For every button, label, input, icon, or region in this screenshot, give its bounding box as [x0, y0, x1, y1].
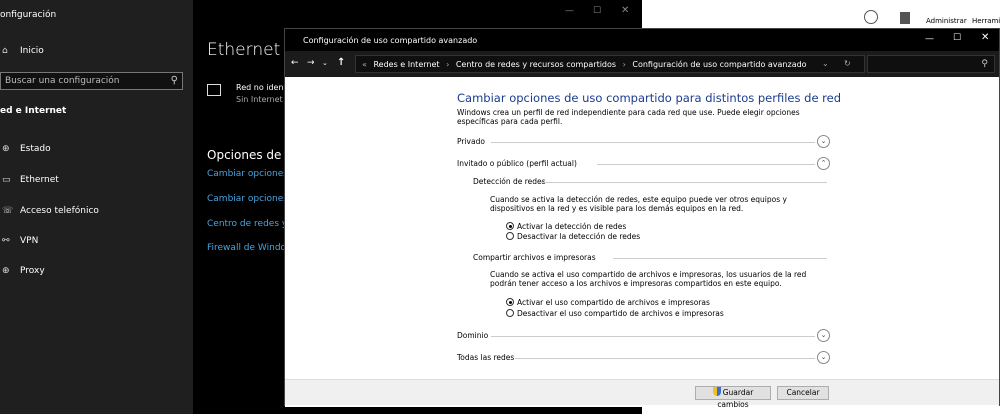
- radio-unselected[interactable]: [506, 309, 514, 317]
- divider: [541, 182, 827, 183]
- close-icon[interactable]: ✕: [981, 32, 989, 43]
- sidebar-item-label: Estado: [20, 144, 51, 154]
- page-title: Ethernet: [207, 40, 281, 60]
- breadcrumb[interactable]: « Redes e Internet › Centro de redes y r…: [355, 55, 865, 73]
- network-name[interactable]: Red no iden: [236, 83, 284, 92]
- divider: [613, 258, 827, 259]
- dialup-icon: ☏: [2, 206, 14, 216]
- sidebar-item-dialup[interactable]: ☏ Acceso telefónico: [2, 206, 99, 216]
- profile-all-label[interactable]: Todas las redes: [457, 353, 514, 362]
- up-icon[interactable]: ↑: [337, 57, 345, 68]
- chevron-up-icon[interactable]: ⌃: [817, 157, 830, 170]
- divider: [597, 164, 815, 165]
- options-heading: Opciones de c: [207, 148, 292, 162]
- background-window: Administrar Herrami: [642, 0, 1000, 28]
- settings-search-input[interactable]: Buscar una configuración ⚲: [0, 72, 183, 90]
- sidebar-item-label: Acceso telefónico: [20, 206, 99, 216]
- save-label: Guardar cambios: [717, 388, 754, 409]
- sidebar-item-label: Ethernet: [20, 175, 59, 185]
- refresh-icon[interactable]: ↻: [844, 59, 851, 68]
- chevron-down-icon[interactable]: ⌄: [822, 59, 829, 68]
- globe-icon: ⊕: [2, 144, 10, 154]
- menu-herramientas[interactable]: Herrami: [972, 17, 1000, 25]
- breadcrumb-item[interactable]: Redes e Internet: [373, 60, 439, 69]
- monitor-icon: ▭: [2, 175, 11, 185]
- radio-selected[interactable]: [506, 222, 514, 230]
- sidebar-item-ethernet[interactable]: ▭ Ethernet: [2, 175, 59, 185]
- sharing-on-option[interactable]: Activar el uso compartido de archivos e …: [506, 298, 710, 307]
- nav-home-label: Inicio: [20, 46, 44, 56]
- breadcrumb-overflow-icon[interactable]: «: [362, 60, 367, 69]
- discovery-on-option[interactable]: Activar la detección de redes: [506, 222, 626, 231]
- flag-icon[interactable]: [900, 12, 910, 24]
- help-icon[interactable]: [864, 10, 878, 24]
- address-bar: ← → ⌄ ↑ « Redes e Internet › Centro de r…: [285, 51, 999, 77]
- sharing-on-label: Activar el uso compartido de archivos e …: [517, 298, 710, 307]
- settings-search-placeholder: Buscar una configuración: [5, 76, 120, 86]
- link-firewall[interactable]: Firewall de Window: [207, 243, 293, 253]
- sharing-desc: Cuando se activa el uso compartido de ar…: [490, 270, 807, 288]
- page-heading: Cambiar opciones de uso compartido para …: [457, 91, 842, 105]
- discovery-title: Detección de redes: [473, 177, 546, 186]
- discovery-desc: Cuando se activa la detección de redes, …: [490, 195, 787, 213]
- chevron-down-icon[interactable]: ⌄: [817, 329, 830, 342]
- divider: [491, 336, 815, 337]
- shield-icon: [712, 387, 721, 396]
- link-network-center[interactable]: Centro de redes y r: [207, 219, 294, 229]
- sidebar-item-vpn[interactable]: ⚯ VPN: [2, 236, 38, 246]
- recent-dropdown-icon[interactable]: ⌄: [322, 59, 328, 67]
- network-icon: [207, 84, 221, 96]
- chevron-right-icon: ›: [446, 60, 450, 69]
- divider: [491, 142, 815, 143]
- maximize-icon[interactable]: ☐: [593, 6, 601, 16]
- divider: [515, 358, 815, 359]
- chevron-right-icon: ›: [622, 60, 626, 69]
- sidebar-item-proxy[interactable]: ⊕ Proxy: [2, 266, 45, 276]
- network-status: Sin Internet: [236, 95, 283, 104]
- discovery-on-label: Activar la detección de redes: [517, 222, 627, 231]
- advanced-sharing-window: Configuración de uso compartido avanzado…: [284, 28, 1000, 409]
- search-icon: ⚲: [981, 59, 988, 69]
- profile-domain-label[interactable]: Dominio: [457, 331, 488, 340]
- search-icon: ⚲: [170, 75, 178, 86]
- breadcrumb-item[interactable]: Centro de redes y recursos compartidos: [456, 60, 616, 69]
- nav-home[interactable]: ⌂ Inicio: [2, 46, 44, 56]
- sidebar-item-label: VPN: [20, 236, 39, 246]
- chevron-down-icon[interactable]: ⌄: [817, 135, 830, 148]
- radio-unselected[interactable]: [506, 232, 514, 240]
- home-icon: ⌂: [2, 46, 8, 56]
- chevron-down-icon[interactable]: ⌄: [817, 351, 830, 364]
- settings-sidebar: onfiguración ⌂ Inicio Buscar una configu…: [0, 0, 193, 414]
- profile-guest-label[interactable]: Invitado o público (perfil actual): [457, 159, 577, 168]
- minimize-icon[interactable]: —: [565, 6, 574, 16]
- minimize-icon[interactable]: —: [925, 34, 934, 44]
- discovery-off-option[interactable]: Desactivar la detección de redes: [506, 232, 640, 241]
- save-button[interactable]: Guardar cambios: [695, 386, 771, 409]
- settings-section-title: ed e Internet: [0, 106, 67, 116]
- breadcrumb-item[interactable]: Configuración de uso compartido avanzado: [632, 60, 806, 69]
- search-input[interactable]: ⚲: [867, 55, 995, 73]
- sharing-off-label: Desactivar el uso compartido de archivos…: [517, 309, 724, 318]
- window-title: Configuración de uso compartido avanzado: [303, 36, 478, 45]
- footer-bar: Guardar cambios Cancelar: [285, 379, 999, 409]
- maximize-icon[interactable]: ☐: [953, 33, 961, 43]
- globe-icon: ⊕: [2, 266, 10, 276]
- profile-private-label[interactable]: Privado: [457, 137, 485, 146]
- main-content: Cambiar opciones de uso compartido para …: [285, 77, 999, 409]
- settings-title: onfiguración: [0, 10, 57, 20]
- forward-icon[interactable]: →: [307, 58, 315, 68]
- sidebar-item-label: Proxy: [20, 266, 45, 276]
- radio-selected[interactable]: [506, 298, 514, 306]
- back-icon[interactable]: ←: [291, 58, 299, 68]
- discovery-off-label: Desactivar la detección de redes: [517, 232, 641, 241]
- window-titlebar: Configuración de uso compartido avanzado…: [285, 29, 999, 51]
- menu-administrar[interactable]: Administrar: [926, 17, 967, 25]
- cancel-button[interactable]: Cancelar: [777, 386, 829, 400]
- vpn-icon: ⚯: [2, 236, 10, 246]
- close-icon[interactable]: ✕: [621, 5, 629, 16]
- sharing-title: Compartir archivos e impresoras: [473, 253, 596, 262]
- sidebar-item-estado[interactable]: ⊕ Estado: [2, 144, 51, 154]
- intro-text: Windows crea un perfil de red independie…: [457, 108, 800, 126]
- sharing-off-option[interactable]: Desactivar el uso compartido de archivos…: [506, 309, 724, 318]
